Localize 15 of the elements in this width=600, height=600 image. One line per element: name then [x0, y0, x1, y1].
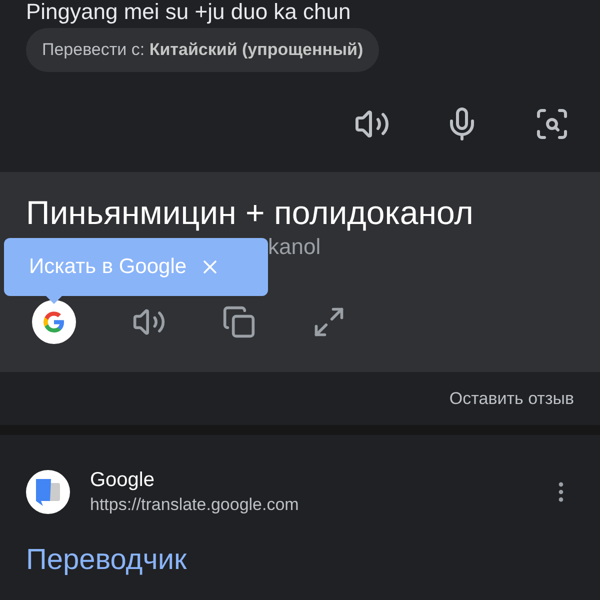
transliteration-text: kanol: [268, 234, 322, 260]
copy-icon[interactable]: [222, 305, 256, 339]
site-name: Google: [90, 468, 156, 493]
result-title-link[interactable]: Переводчик: [26, 539, 574, 582]
tooltip-label: Искать в Google: [29, 254, 187, 280]
google-icon[interactable]: [32, 300, 76, 344]
source-text: Pingyang mei su +ju duo ka chun: [26, 0, 352, 24]
translate-from-chip[interactable]: Перевести с: Китайский (упрощенный): [26, 28, 380, 72]
feedback-link[interactable]: Оставить отзыв: [449, 386, 574, 412]
fullscreen-icon[interactable]: [312, 305, 346, 339]
translate-logo-icon: [26, 470, 70, 514]
translation-text: Пиньянмицин + полидоканол: [26, 193, 474, 233]
tooltip-pointer: [46, 296, 62, 304]
site-url: https://translate.google.com: [90, 494, 300, 516]
camera-search-icon[interactable]: [534, 106, 570, 142]
